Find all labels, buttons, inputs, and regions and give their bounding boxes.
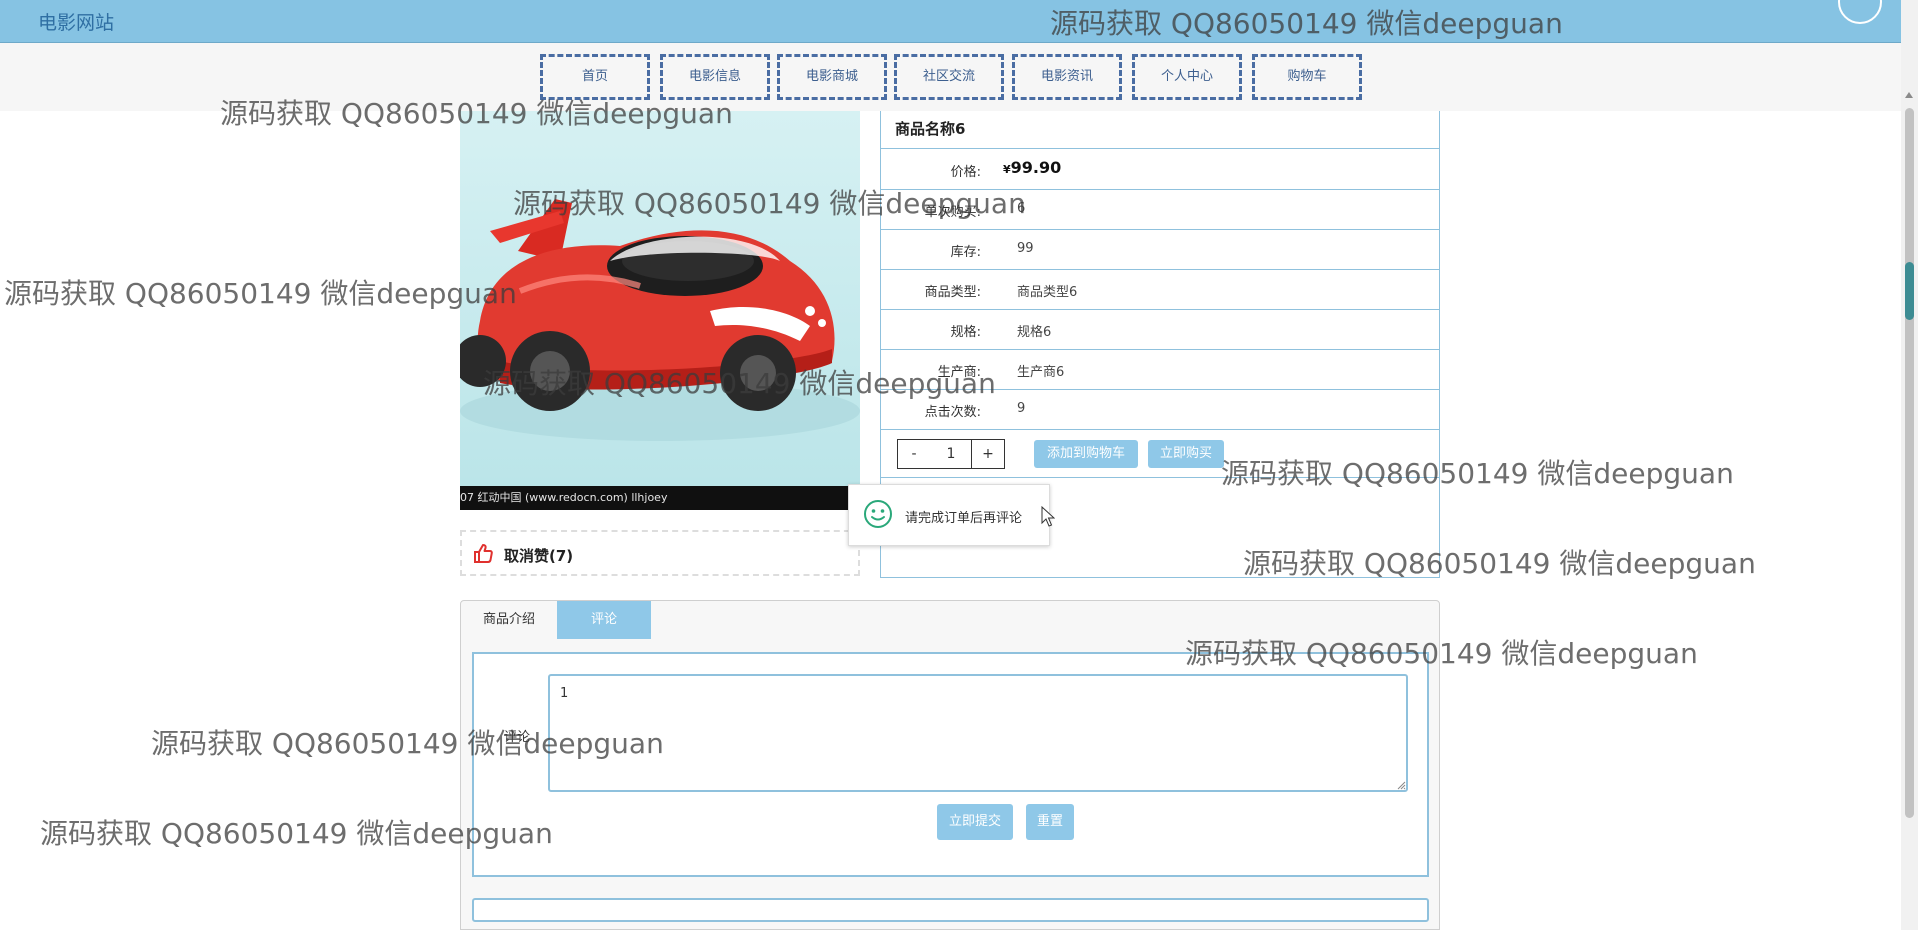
main-nav: 首页 电影信息 电影商城 社区交流 电影资讯 个人中心 购物车 (0, 43, 1918, 111)
nav-item-cart[interactable]: 购物车 (1252, 54, 1362, 100)
like-box[interactable]: 取消赞(7) (460, 530, 860, 576)
comment-textarea[interactable]: 1 (548, 674, 1408, 792)
single-purchase-value: 6 (1017, 201, 1026, 216)
comment-label: 评论 (504, 730, 531, 745)
nav-item-community[interactable]: 社区交流 (894, 54, 1004, 100)
manufacturer-value: 生产商6 (1017, 365, 1065, 380)
price-row: 价格: ¥99.90 (881, 149, 1439, 190)
manufacturer-label: 生产商: (937, 365, 981, 380)
info-row: 生产商: 生产商6 (881, 349, 1439, 390)
scrollbar-thumb[interactable] (1905, 108, 1914, 818)
toast-message: 请完成订单后再评论 (848, 484, 1050, 546)
nav-item-movie-mall[interactable]: 电影商城 (777, 54, 887, 100)
tab-product-intro[interactable]: 商品介绍 (461, 601, 557, 639)
product-type-value: 商品类型6 (1017, 285, 1078, 300)
submit-button[interactable]: 立即提交 (937, 804, 1013, 840)
nav-item-movie-news[interactable]: 电影资讯 (1012, 54, 1122, 100)
comment-form: 评论 1 立即提交 重置 (472, 652, 1429, 877)
price-amount: 99.90 (1010, 158, 1062, 177)
user-avatar-icon[interactable] (1838, 0, 1882, 24)
spec-value: 规格6 (1017, 325, 1052, 340)
action-row: - 1 + 添加到购物车 立即购买 (881, 429, 1439, 478)
single-purchase-label: 单次购买: (924, 205, 981, 220)
spec-label: 规格: (950, 325, 981, 340)
page-scrollbar[interactable] (1901, 0, 1918, 930)
resize-grip-icon[interactable] (1396, 780, 1406, 790)
product-image: 07 红动中国 (www.redocn.com) llhjoey (460, 111, 860, 510)
buy-now-button[interactable]: 立即购买 (1148, 440, 1224, 468)
stock-value: 99 (1017, 241, 1034, 256)
image-caption: 07 红动中国 (www.redocn.com) llhjoey (460, 486, 860, 510)
nav-item-home[interactable]: 首页 (540, 54, 650, 100)
toy-car-image (460, 111, 860, 510)
comment-list-box (472, 898, 1429, 922)
scroll-up-icon[interactable] (1905, 92, 1913, 98)
page: 电影网站 首页 电影信息 电影商城 社区交流 电影资讯 个人中心 购物车 07 … (0, 0, 1918, 930)
site-title[interactable]: 电影网站 (38, 8, 114, 35)
smile-icon (864, 500, 892, 528)
product-type-label: 商品类型: (924, 285, 981, 300)
info-row: 商品类型: 商品类型6 (881, 269, 1439, 310)
scrollbar-marker (1905, 262, 1914, 320)
quantity-increase-button[interactable]: + (971, 439, 1005, 469)
thumbs-up-icon (474, 544, 493, 563)
price-label: 价格: (950, 165, 981, 180)
tab-comment[interactable]: 评论 (557, 601, 651, 639)
quantity-decrease-button[interactable]: - (897, 439, 931, 469)
currency-symbol: ¥ (1003, 163, 1011, 176)
quantity-input[interactable]: 1 (930, 439, 972, 469)
add-to-cart-button[interactable]: 添加到购物车 (1034, 440, 1138, 468)
unlike-label[interactable]: 取消赞(7) (504, 545, 573, 566)
toast-text: 请完成订单后再评论 (905, 511, 1023, 526)
nav-item-movie-info[interactable]: 电影信息 (660, 54, 770, 100)
info-row: 规格: 规格6 (881, 309, 1439, 350)
nav-item-personal-center[interactable]: 个人中心 (1132, 54, 1242, 100)
click-count-label: 点击次数: (924, 405, 981, 420)
info-row: 库存: 99 (881, 229, 1439, 270)
stock-label: 库存: (950, 245, 981, 260)
top-bar: 电影网站 (0, 0, 1918, 43)
info-row: 单次购买: 6 (881, 189, 1439, 230)
info-row: 点击次数: 9 (881, 389, 1439, 430)
reset-button[interactable]: 重置 (1026, 804, 1074, 840)
price-value: ¥99.90 (1003, 158, 1061, 177)
watermark: 源码获取 QQ86050149 微信deepguan (4, 277, 517, 310)
mouse-cursor-icon (1041, 506, 1055, 527)
click-count-value: 9 (1017, 401, 1026, 416)
product-name: 商品名称6 (881, 111, 1439, 149)
